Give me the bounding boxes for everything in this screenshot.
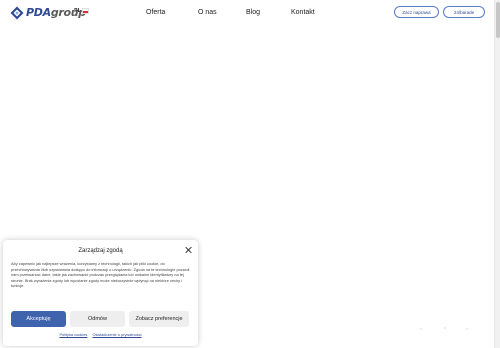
cookie-policy-link[interactable]: Polityka cookies <box>59 332 87 337</box>
language-switcher[interactable]: PL <box>74 8 89 14</box>
cookie-title: Zarządzaj zgodą <box>78 248 123 254</box>
privacy-statement-link[interactable]: Oświadczenie o prywatności <box>92 332 141 337</box>
preferences-button[interactable]: Zobacz preferencje <box>129 311 189 327</box>
poland-flag-icon <box>81 8 89 14</box>
site-header: PDAgroup PL Oferta O nas Blog Kontakt Za… <box>0 0 494 27</box>
accept-button[interactable]: Akceptuję <box>11 311 66 327</box>
demo-button[interactable]: Zacz naprawa <box>394 6 439 18</box>
decorative-dot <box>420 328 422 330</box>
nav-item-blog[interactable]: Blog <box>246 9 260 16</box>
logo-mark-icon <box>10 6 24 20</box>
decorative-dot <box>444 327 446 329</box>
close-icon[interactable] <box>184 246 192 254</box>
logo-text-pda: PDA <box>26 6 51 19</box>
cookie-links: Polityka cookies Oświadczenie o prywatno… <box>3 332 198 337</box>
nav-item-oferta[interactable]: Oferta <box>146 9 165 16</box>
page: PDAgroup PL Oferta O nas Blog Kontakt Za… <box>0 0 500 348</box>
nav-item-o-nas[interactable]: O nas <box>198 9 217 16</box>
hours-button[interactable]: 24/barade <box>443 6 485 18</box>
scrollbar-thumb[interactable] <box>496 2 500 38</box>
scrollbar[interactable] <box>494 0 500 348</box>
deny-button[interactable]: Odmów <box>70 311 125 327</box>
decorative-dot <box>466 328 468 330</box>
nav-item-kontakt[interactable]: Kontakt <box>291 9 315 16</box>
cookie-description: Aby zapewnić jak najlepsze wrażenia, kor… <box>11 261 190 288</box>
cookie-consent-dialog: Zarządzaj zgodą Aby zapewnić jak najleps… <box>3 240 198 346</box>
language-label: PL <box>74 8 81 14</box>
